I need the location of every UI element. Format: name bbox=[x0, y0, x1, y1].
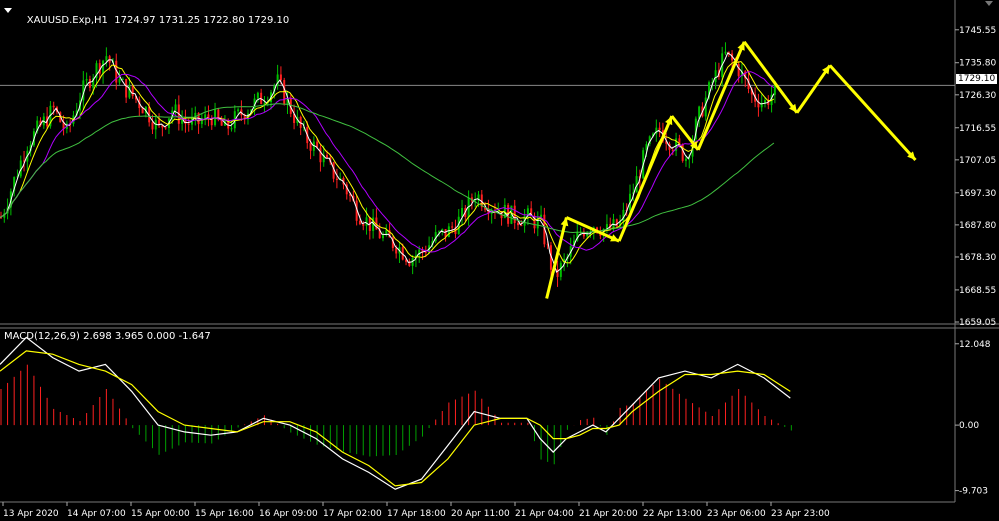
x-tick-label: 16 Apr 09:00 bbox=[259, 509, 318, 519]
candle-body bbox=[309, 143, 312, 151]
symbol-header: XAUUSD.Exp,H1 1724.97 1731.25 1722.80 17… bbox=[14, 4, 290, 37]
y-tick-label: 1697.30 bbox=[959, 189, 996, 199]
candle-body bbox=[724, 51, 727, 54]
y-tick-label: 1716.55 bbox=[959, 124, 996, 134]
candle-body bbox=[164, 127, 167, 129]
candle-body bbox=[362, 224, 365, 226]
candle-body bbox=[520, 225, 523, 227]
candle-body bbox=[684, 158, 687, 161]
candle-body bbox=[382, 235, 384, 239]
candle-body bbox=[326, 154, 329, 158]
current-price-tag: 1729.10 bbox=[956, 74, 998, 84]
symbol-label: XAUUSD.Exp,H1 bbox=[26, 15, 108, 26]
x-tick-label: 15 Apr 00:00 bbox=[131, 509, 190, 519]
candle-body bbox=[85, 78, 88, 81]
candle-body bbox=[447, 226, 450, 238]
candle-body bbox=[517, 222, 520, 226]
candle-body bbox=[358, 220, 361, 225]
macd-header: MACD(12,26,9) 2.698 3.965 0.000 -1.647 bbox=[4, 331, 211, 342]
candle-body bbox=[461, 208, 464, 217]
x-tick-label: 17 Apr 18:00 bbox=[387, 509, 446, 519]
x-tick-label: 13 Apr 2020 bbox=[3, 509, 59, 519]
candle-body bbox=[279, 74, 282, 81]
y-tick-label: 1745.55 bbox=[959, 26, 996, 36]
signal-line bbox=[0, 350, 791, 487]
annotation-arrow-7 bbox=[795, 64, 832, 114]
y-tick-label: 1735.80 bbox=[959, 59, 996, 69]
x-tick-label: 22 Apr 13:00 bbox=[643, 509, 702, 519]
y-tick-label: 1726.30 bbox=[959, 91, 996, 101]
macd-y-tick-label: 12.048 bbox=[959, 340, 991, 350]
annotation-arrow-3 bbox=[617, 115, 674, 242]
candle-body bbox=[230, 128, 233, 130]
corner-arrow-icon[interactable] bbox=[985, 1, 993, 6]
macd-y-tick-label: 0.00 bbox=[959, 421, 979, 431]
annotation-arrow-8 bbox=[828, 64, 917, 162]
candle-body bbox=[131, 85, 134, 96]
y-tick-label: 1707.05 bbox=[959, 156, 996, 166]
candle-body bbox=[424, 251, 427, 253]
candle-body bbox=[52, 105, 55, 108]
candle-body bbox=[256, 92, 259, 99]
macd-y-tick-label: -9.703 bbox=[959, 487, 988, 497]
candle-body bbox=[88, 78, 91, 88]
candle-body bbox=[714, 70, 717, 83]
moving-average-line-3 bbox=[0, 71, 775, 253]
candle-body bbox=[365, 217, 368, 226]
candle-body bbox=[125, 78, 128, 98]
candle-body bbox=[658, 127, 661, 131]
x-tick-label: 21 Apr 04:00 bbox=[515, 509, 574, 519]
candle-body bbox=[237, 109, 240, 112]
ohlc-values: 1724.97 1731.25 1722.80 1729.10 bbox=[114, 15, 290, 26]
candle-body bbox=[102, 60, 105, 74]
macd-line bbox=[0, 336, 791, 490]
candle-body bbox=[764, 100, 766, 103]
candle-body bbox=[174, 104, 177, 111]
x-tick-label: 20 Apr 11:00 bbox=[451, 509, 510, 519]
x-tick-label: 17 Apr 02:00 bbox=[323, 509, 382, 519]
dropdown-triangle-icon[interactable] bbox=[4, 8, 12, 13]
candle-body bbox=[451, 226, 454, 228]
x-tick-label: 14 Apr 07:00 bbox=[67, 509, 126, 519]
chart-window[interactable]: 1745.55 1735.80 1726.30 1716.55 1707.05 1697.… bbox=[0, 0, 999, 521]
y-tick-label: 1659.05 bbox=[959, 318, 996, 328]
candle-body bbox=[395, 247, 398, 254]
candle-body bbox=[737, 64, 740, 77]
candle-body bbox=[187, 123, 190, 125]
x-tick-label: 15 Apr 16:00 bbox=[195, 509, 254, 519]
candle-body bbox=[335, 178, 338, 181]
price-chart[interactable]: 1745.55 1735.80 1726.30 1716.55 1707.05 1697.… bbox=[0, 0, 999, 521]
x-tick-label: 21 Apr 20:00 bbox=[579, 509, 638, 519]
x-tick-label: 23 Apr 06:00 bbox=[707, 509, 766, 519]
candle-body bbox=[319, 147, 322, 163]
x-tick-label: 23 Apr 23:00 bbox=[771, 509, 830, 519]
y-tick-label: 1678.30 bbox=[959, 253, 996, 263]
y-tick-label: 1687.80 bbox=[959, 221, 996, 231]
candle-body bbox=[141, 108, 144, 114]
candle-body bbox=[105, 56, 108, 61]
y-tick-label: 1668.55 bbox=[959, 286, 996, 296]
candle-body bbox=[151, 122, 154, 130]
moving-average-line-4 bbox=[0, 103, 775, 234]
candle-body bbox=[118, 79, 121, 83]
